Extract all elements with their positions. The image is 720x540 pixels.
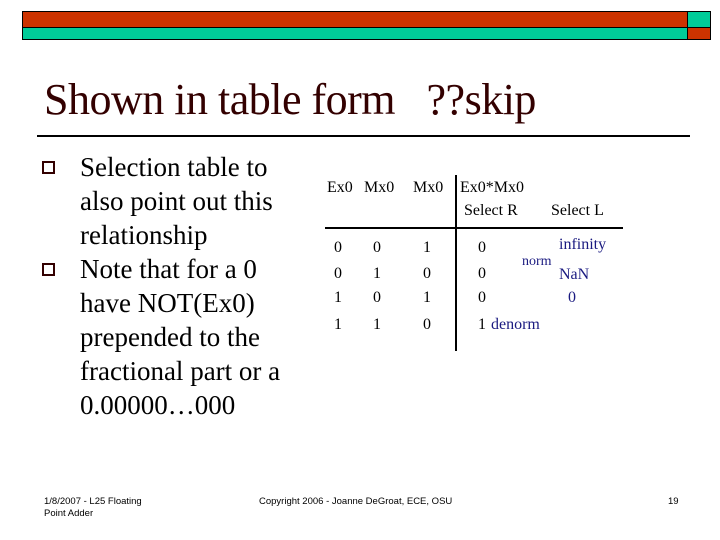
row3-product: 0: [478, 289, 486, 306]
row3-mx0-b: 1: [423, 289, 431, 306]
row1-ex0: 0: [334, 239, 342, 256]
header-square-teal: [687, 11, 711, 28]
row2-mx0-b: 0: [423, 265, 431, 282]
row3-annotation: 0: [568, 289, 576, 306]
table-header-rule: [325, 227, 623, 229]
header-bar-teal: [22, 28, 688, 40]
header-ex0: Ex0: [327, 179, 353, 196]
row3-mx0-a: 0: [373, 289, 381, 306]
title-underline: [37, 135, 690, 137]
row2-annotation-r: norm: [522, 254, 552, 269]
bullet-text: Selection table to also point out this r…: [80, 152, 273, 250]
hollow-square-bullet-icon: [42, 263, 55, 276]
row4-mx0-b: 0: [423, 316, 431, 333]
row4-product: 1: [478, 316, 486, 333]
bullet-list: Selection table to also point out this r…: [40, 150, 310, 422]
table-column-divider: [455, 175, 457, 351]
bullet-item: Selection table to also point out this r…: [40, 150, 310, 252]
header-mx0-a: Mx0: [364, 179, 395, 196]
row1-annotation: infinity: [559, 236, 607, 253]
row2-annotation: NaN: [559, 266, 590, 283]
row2-product: 0: [478, 265, 486, 282]
row1-mx0-a: 0: [373, 239, 381, 256]
bullet-item: Note that for a 0 have NOT(Ex0) prepende…: [40, 252, 310, 422]
row2-mx0-a: 1: [373, 265, 381, 282]
header-select-r: Select R: [464, 202, 518, 219]
footer-left-line1: 1/8/2007 - L25 Floating: [44, 496, 142, 507]
header-square-red: [687, 28, 711, 40]
header-select-l: Select L: [551, 202, 604, 219]
hollow-square-bullet-icon: [42, 161, 55, 174]
page-number: 19: [668, 496, 679, 507]
row4-annotation-r: denorm: [491, 316, 540, 333]
header-product: Ex0*Mx0: [460, 179, 524, 196]
row4-mx0-a: 1: [373, 316, 381, 333]
footer-copyright: Copyright 2006 - Joanne DeGroat, ECE, OS…: [259, 496, 453, 507]
footer-left-line2: Point Adder: [44, 508, 94, 519]
bullet-text: Note that for a 0 have NOT(Ex0) prepende…: [80, 254, 281, 420]
row3-ex0: 1: [334, 289, 342, 306]
header-mx0-b: Mx0: [413, 179, 444, 196]
row1-mx0-b: 1: [423, 239, 431, 256]
row2-ex0: 0: [334, 265, 342, 282]
row4-ex0: 1: [334, 316, 342, 333]
slide-title: Shown in table form ??skip: [44, 75, 536, 124]
row1-product: 0: [478, 239, 486, 256]
header-bar-red: [22, 11, 688, 28]
footer-date-title: 1/8/2007 - L25 Floating Point Adder: [44, 496, 142, 520]
